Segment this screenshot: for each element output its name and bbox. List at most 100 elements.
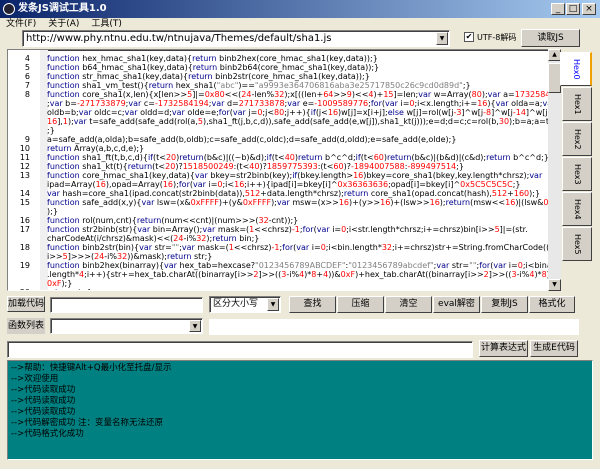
function-list-select[interactable]: ▼	[50, 318, 203, 334]
close-button[interactable]: ×	[582, 3, 596, 15]
line-number: 6	[24, 72, 30, 81]
menu-file[interactable]: 文件(F)	[0, 18, 42, 30]
code-line: 13 function core_hmac_sha1(key,data){var …	[8, 171, 548, 180]
code-line: 14 var hash=core_sha1(ipad.concat(str2bin…	[8, 189, 548, 198]
chevron-down-icon[interactable]: ▼	[189, 320, 201, 332]
code-text: function hex_hmac_sha1(key,data){return …	[47, 54, 378, 63]
line-number: 18	[19, 243, 30, 252]
code-text: var hash=core_sha1(ipad.concat(str2binb(…	[47, 189, 541, 198]
line-number: 17	[19, 225, 30, 234]
code-text: function safe_add(x,y){var lsw=(x&0xFFFF…	[47, 198, 559, 207]
line-number: 12	[19, 162, 30, 171]
copy-js-button[interactable]: 复制JS	[481, 296, 528, 313]
line-number: 14	[19, 189, 30, 198]
code-line: 9 a=safe_add(a,olda);b=safe_add(b,oldb);c…	[8, 135, 548, 144]
app-icon	[3, 3, 15, 15]
code-text: charCodeAt(i/chrsz)&mask)<<(24-i%32);ret…	[47, 234, 260, 243]
line-number: 8	[24, 90, 30, 99]
code-text: function b64_hmac_sha1(key,data){return …	[47, 63, 380, 72]
tab-hex5[interactable]: Hex5	[562, 227, 592, 261]
code-line: oldb=b;var oldc=c;var oldd=d;var olde=e;…	[8, 108, 551, 117]
code-line: .length*4;i++){str+=hex_tab.charAt((bina…	[8, 270, 559, 279]
code-line: 4 function hex_hmac_sha1(key,data){return…	[8, 54, 548, 63]
scroll-down-icon[interactable]: ▼	[548, 279, 561, 291]
code-text: function sha1_kt(t){return(t<20)?1518500…	[47, 162, 464, 171]
chevron-down-icon[interactable]: ▼	[267, 298, 279, 311]
code-text: oldb=b;var oldc=c;var oldd=d;var olde=e;…	[47, 108, 551, 117]
code-line: 19 function binb2hex(binarray){var hex_ta…	[8, 261, 559, 270]
load-code-input[interactable]	[50, 297, 203, 313]
url-combobox[interactable]: http://www.phy.ntnu.edu.tw/ntnujava/Them…	[22, 30, 450, 47]
window-title: 发条JS调试工具1.0	[18, 3, 107, 14]
tab-hex1[interactable]: Hex1	[562, 87, 592, 121]
line-number: 4	[24, 54, 30, 63]
clear-button[interactable]: 清空	[385, 296, 432, 313]
code-text: function core_hmac_sha1(key,data){var bk…	[47, 171, 543, 180]
code-text: a=safe_add(a,olda);b=safe_add(b,oldb);c=…	[47, 135, 457, 144]
log-line: -->代码读取成功	[11, 407, 76, 417]
code-line: 5 function b64_hmac_sha1(key,data){return…	[8, 63, 548, 72]
log-line: -->代码解密成功 注：变量名称无法还原	[11, 418, 163, 428]
format-button[interactable]: 格式化	[529, 296, 575, 313]
tab-hex0[interactable]: Hex0	[560, 52, 592, 86]
url-text: http://www.phy.ntnu.edu.tw/ntnujava/Them…	[26, 33, 332, 44]
output-log: -->帮助：快捷键Alt+Q最小化至托盘/显示 -->欢迎使用 -->代码读取成功 -…	[7, 360, 593, 460]
calc-expression-button[interactable]: 计算表达式	[479, 340, 528, 357]
case-select[interactable]: 区分大小写 ▼	[209, 296, 281, 313]
line-number: 7	[24, 81, 30, 90]
eval-decrypt-button[interactable]: eval解密	[433, 296, 480, 313]
line-number: 20	[8, 288, 30, 290]
code-text: function rol(num,cnt){return(num<<cnt)|(…	[47, 216, 299, 225]
code-line: 7 function sha1_vm_test(){return hex_sha1…	[8, 81, 548, 90]
code-line: charCodeAt(i/chrsz)&mask)<<(24-i%32);ret…	[8, 234, 548, 243]
log-line: -->代码读取成功	[11, 385, 76, 395]
code-line: 6 function str_hmac_sha1(key,data){return…	[8, 72, 548, 81]
code-text: return Array(a,b,c,d,e);}	[47, 144, 145, 153]
code-line: 8 function core_sha1(x,len){x[len>>5]|=0x…	[8, 90, 559, 99]
code-text: ipad=Array(16),opad=Array(16);for(var i=…	[47, 180, 521, 189]
code-line: 20 return str;}	[8, 288, 548, 290]
code-line: 0xF);}	[8, 279, 548, 288]
code-editor[interactable]: 4 function hex_hmac_sha1(key,data){return…	[7, 49, 560, 291]
load-code-button[interactable]: 加载代码	[7, 296, 45, 312]
log-line: -->欢迎使用	[11, 374, 59, 384]
line-number: 5	[24, 63, 30, 72]
utf8-checkbox[interactable]: ✔	[464, 32, 474, 42]
line-number: 9	[24, 135, 30, 144]
code-text: function binb2str(bin){var str="";var ma…	[47, 243, 560, 252]
code-text: );}	[47, 207, 58, 216]
code-text: i>>5]>>>(24-i%32))&mask);return str;}	[47, 252, 213, 261]
code-text: function sha1_vm_test(){return hex_sha1(…	[47, 81, 471, 90]
chevron-down-icon[interactable]: ▼	[436, 32, 448, 45]
tab-hex4[interactable]: Hex4	[562, 192, 592, 226]
code-text: function core_sha1(x,len){x[len>>5]|=0x8…	[47, 90, 559, 99]
code-line: 11 function sha1_ft(t,b,c,d){if(t<20)retu…	[8, 153, 549, 162]
maximize-button[interactable]: □	[566, 3, 580, 15]
menu-about[interactable]: 关于(A)	[42, 18, 85, 30]
menu-bar: 文件(F) 关于(A) 工具(T)	[0, 18, 600, 30]
line-number: 16	[19, 216, 30, 225]
expression-input[interactable]	[7, 341, 473, 358]
code-line: i>>5]>>>(24-i%32))&mask);return str;}	[8, 252, 548, 261]
compress-button[interactable]: 压缩	[337, 296, 384, 313]
find-button[interactable]: 查找	[289, 296, 336, 313]
code-line: );}	[8, 207, 548, 216]
code-lines: 4 function hex_hmac_sha1(key,data){return…	[8, 54, 559, 290]
menu-tools[interactable]: 工具(T)	[85, 18, 128, 30]
minimize-button[interactable]: _	[551, 3, 565, 15]
line-number: 13	[19, 171, 30, 180]
code-line: ;}	[8, 126, 548, 135]
info-field[interactable]	[209, 319, 579, 335]
code-text: 16],1);var t=safe_add(safe_add(rol(a,5),…	[47, 117, 549, 126]
code-line: 16 function rol(num,cnt){return(num<<cnt)…	[8, 216, 548, 225]
hex-tabs: Hex0 Hex1 Hex2 Hex3 Hex4 Hex5	[560, 48, 596, 292]
title-bar: 发条JS调试工具1.0	[0, 0, 600, 18]
read-js-button[interactable]: 读取JS	[521, 29, 580, 47]
tab-hex3[interactable]: Hex3	[562, 157, 592, 191]
tab-hex2[interactable]: Hex2	[562, 122, 592, 156]
generate-e-code-button[interactable]: 生成E代码	[530, 340, 578, 357]
case-select-value: 区分大小写	[213, 299, 259, 309]
code-text: function str2binb(str){var bin=Array();v…	[47, 225, 528, 234]
code-line: 16],1);var t=safe_add(safe_add(rol(a,5),…	[8, 117, 549, 126]
utf8-label: UTF-8解码	[477, 33, 517, 42]
